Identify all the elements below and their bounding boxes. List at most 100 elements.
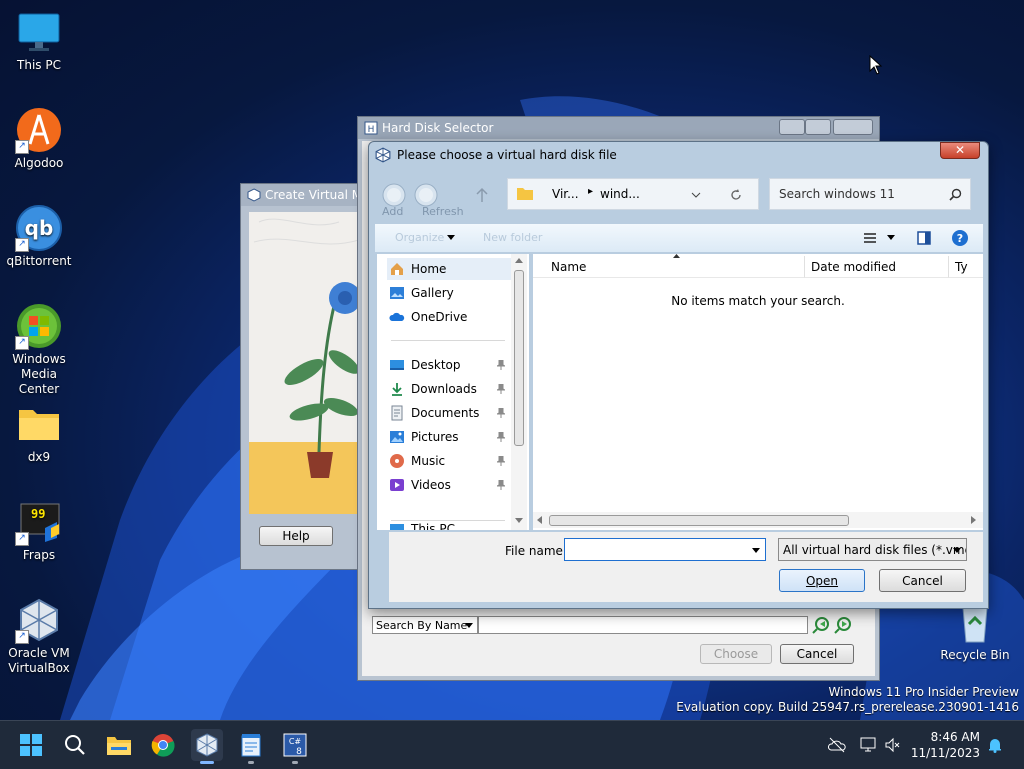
nav-item-downloads[interactable]: Downloads [387,378,511,400]
nav-item-onedrive[interactable]: OneDrive [387,306,511,328]
nav-item-this-pc[interactable]: This PC [387,522,511,530]
taskbar-file-explorer[interactable] [103,729,135,761]
close-button[interactable] [833,119,873,135]
search-icon[interactable] [949,188,962,201]
maximize-button[interactable] [805,119,831,135]
search-previous-icon[interactable] [812,616,830,634]
window-title: Hard Disk Selector [382,121,494,135]
pin-icon[interactable] [497,432,505,442]
desktop-icon-windows-media-center[interactable]: ↗ Windows Media Center [4,302,74,397]
breadcrumb-separator-icon: ▸ [588,186,594,197]
desktop-icon-qbittorrent[interactable]: qb ↗ qBittorrent [4,204,74,269]
start-button[interactable] [15,729,47,761]
address-bar[interactable]: Vir... ▸ wind... [507,178,759,210]
taskbar-virtualbox[interactable] [191,729,223,764]
nav-item-desktop[interactable]: Desktop [387,354,511,376]
column-header-type[interactable]: Ty [949,256,983,278]
nav-scrollbar[interactable] [511,254,527,530]
taskbar-search-button[interactable] [59,729,91,761]
volume-muted-icon[interactable] [884,737,902,753]
file-open-dialog[interactable]: Please choose a virtual hard disk file ✕… [368,141,989,609]
pin-icon[interactable] [497,384,505,394]
view-dropdown-icon[interactable] [887,235,895,240]
file-name-combobox[interactable] [564,538,766,561]
taskbar-chrome[interactable] [147,729,179,761]
pin-icon[interactable] [497,480,505,490]
breadcrumb-item[interactable]: Vir... [552,187,579,201]
organize-menu[interactable]: Organize [395,231,444,244]
search-name-input[interactable] [478,616,808,634]
search-mode-select[interactable]: Search By Name [372,616,478,634]
dropdown-arrow-icon[interactable] [953,548,961,553]
desktop-icon-algodoo[interactable]: ↗ Algodoo [4,106,74,171]
hard-disk-selector-titlebar[interactable]: H Hard Disk Selector [358,117,879,139]
up-arrow-icon[interactable] [475,187,489,203]
help-icon[interactable]: ? [951,229,969,247]
file-list-horizontal-scrollbar[interactable] [533,512,983,528]
file-list-scrollbar-thumb[interactable] [549,515,849,526]
choose-button[interactable]: Choose [700,644,772,664]
chrome-icon [151,734,175,757]
svg-text:qb: qb [25,216,54,240]
search-next-icon[interactable] [834,616,852,634]
cs-app-icon: C#8 [283,733,307,757]
file-type-value: All virtual hard disk files (*.vmd [783,543,967,557]
nav-item-documents[interactable]: Documents [387,402,511,424]
search-input[interactable]: Search windows 11 [779,187,895,201]
new-folder-button[interactable]: New folder [483,231,542,244]
desktop-icon-dx9[interactable]: dx9 [4,400,74,465]
scroll-down-arrow-icon[interactable] [515,518,523,523]
search-box[interactable]: Search windows 11 [769,178,971,210]
nav-divider [391,340,505,341]
scroll-right-arrow-icon[interactable] [971,516,976,524]
scroll-left-arrow-icon[interactable] [537,516,542,524]
minimize-button[interactable] [779,119,805,135]
navigation-pane[interactable]: Home Gallery OneDrive Desktop Downloads … [377,254,529,530]
close-button[interactable]: ✕ [940,142,980,159]
nav-scrollbar-thumb[interactable] [514,270,524,446]
desktop-icon-fraps[interactable]: 99 ↗ Fraps [4,498,74,563]
nav-item-home[interactable]: Home [387,258,511,280]
preview-pane-icon[interactable] [917,231,931,245]
organize-dropdown-icon[interactable] [447,235,455,240]
cancel-button[interactable]: Cancel [879,569,966,592]
hd-cancel-button[interactable]: Cancel [780,644,854,664]
pin-icon[interactable] [497,456,505,466]
open-button[interactable]: Open [779,569,865,592]
clock-date: 11/11/2023 [910,746,980,760]
nav-item-pictures[interactable]: Pictures [387,426,511,448]
nav-item-gallery[interactable]: Gallery [387,282,511,304]
file-dialog-titlebar[interactable]: Please choose a virtual hard disk file ✕ [369,142,988,168]
desktop-icon-label: Oracle VM VirtualBox [8,646,70,675]
desktop-icon-this-pc[interactable]: This PC [4,8,74,73]
scroll-up-arrow-icon[interactable] [515,258,523,263]
create-vm-titlebar[interactable]: Create Virtual M [241,184,364,206]
file-list-pane[interactable]: Name Date modified Ty No items match you… [533,254,983,530]
pictures-icon [390,431,404,443]
taskbar-clock[interactable]: 8:46 AM 11/11/2023 [911,729,980,761]
windows-media-center-icon: ↗ [15,302,63,350]
svg-text:8: 8 [296,747,302,757]
windows-logo-icon [20,734,42,756]
dropdown-arrow-icon[interactable] [752,548,760,553]
refresh-address-icon[interactable] [730,189,742,201]
nav-item-music[interactable]: Music [387,450,511,472]
create-vm-window[interactable]: Create Virtual M Help [240,183,365,570]
help-button[interactable]: Help [259,526,333,546]
taskbar-app-cs[interactable]: C# 8 [279,729,311,764]
cloud-offline-icon[interactable] [828,737,846,753]
chevron-down-icon[interactable] [691,192,701,198]
desktop-icon-virtualbox[interactable]: ↗ Oracle VM VirtualBox [4,596,74,676]
notification-bell-icon[interactable] [987,737,1003,753]
nav-item-label: Gallery [411,286,454,300]
pin-icon[interactable] [497,360,505,370]
pin-icon[interactable] [497,408,505,418]
file-type-select[interactable]: All virtual hard disk files (*.vmd [778,538,967,561]
network-icon[interactable] [860,737,878,753]
column-header-date-modified[interactable]: Date modified [805,256,949,278]
breadcrumb-item[interactable]: wind... [600,187,640,201]
column-header-name[interactable]: Name [533,256,805,278]
view-options-icon[interactable] [863,232,877,244]
taskbar-notepad[interactable] [235,729,267,764]
nav-item-videos[interactable]: Videos [387,474,511,496]
